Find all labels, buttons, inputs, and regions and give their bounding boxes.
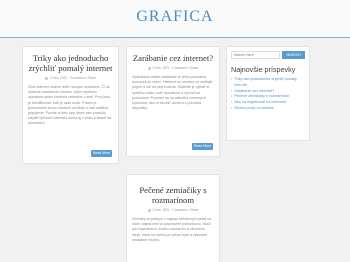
recent-post-item[interactable]: • Rôzne prvky na stránke	[231, 106, 305, 112]
calendar-icon	[45, 76, 48, 80]
read-more-button[interactable]: Read More	[192, 143, 213, 150]
post-card: Triky ako jednoducho zrýchliť pomalý int…	[22, 46, 119, 164]
sidebar: SEARCH Najnovšie príspevky •Triky ako je…	[226, 46, 310, 141]
post-meta-text: 2 Dec, 2021 · Comment ≡ Share	[50, 76, 96, 80]
post-card: Pečené zemiačiky s rozmarínom 2 Dec, 202…	[126, 174, 220, 262]
post-title[interactable]: Triky ako jednoducho zrýchliť pomalý int…	[28, 53, 113, 73]
read-more-button[interactable]: Read More	[91, 150, 112, 157]
site-header: GRAFICA	[0, 0, 350, 38]
recent-post-link[interactable]: Triky ako jednoducho zrýchliť pomalý int…	[234, 77, 305, 89]
post-meta: 2 Dec, 2021 · Comment ≡ Share	[132, 66, 214, 70]
calendar-icon	[147, 208, 151, 212]
bullet-icon: •	[231, 105, 233, 110]
post-meta-text: 2 Dec, 2021 · Comment ≡ Share	[152, 208, 199, 212]
post-meta-text: 2 Dec, 2021 · Comment ≡ Share	[152, 66, 199, 70]
calendar-icon	[147, 66, 151, 70]
recent-post-item[interactable]: • Triky ako jednoducho zrýchliť pomalý in…	[231, 77, 305, 89]
site-title[interactable]: GRAFICA	[0, 8, 350, 26]
bullet-icon: •	[231, 77, 233, 81]
search-form: SEARCH	[231, 51, 305, 59]
post-excerpt: Slow internet možné riešiť rôznymi spôso…	[28, 85, 112, 126]
recent-post-link[interactable]: Rôzne prvky na stránke	[234, 106, 274, 112]
post-excerpt: Zemiaky sú jedným z najviac obľúbených j…	[132, 217, 212, 242]
post-meta: 2 Dec, 2021 · Comment ≡ Share	[132, 208, 214, 212]
post-excerpt: Vyskúšaná online zarábanie je dnes popul…	[132, 75, 213, 111]
post-card: Zarábanie cez internet? 2 Dec, 2021 · Co…	[126, 46, 220, 157]
post-title[interactable]: Zarábanie cez internet?	[132, 53, 214, 63]
post-title[interactable]: Pečené zemiačiky s rozmarínom	[132, 185, 214, 205]
post-meta: 2 Dec, 2021 · Comment ≡ Share	[28, 76, 113, 80]
search-button[interactable]: SEARCH	[282, 51, 305, 59]
recent-posts-list: • Triky ako jednoducho zrýchliť pomalý in…	[231, 77, 305, 112]
search-input[interactable]	[231, 51, 280, 59]
recent-posts-title: Najnovšie príspevky	[231, 65, 296, 74]
